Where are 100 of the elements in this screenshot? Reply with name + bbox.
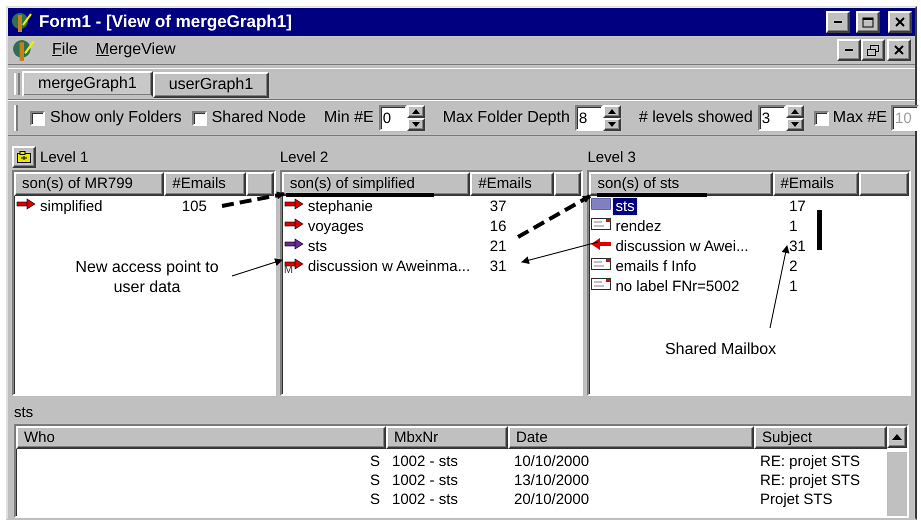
column-header[interactable]: #Emails: [772, 172, 859, 196]
folder-up-button[interactable]: [12, 146, 36, 168]
column-header[interactable]: [554, 172, 582, 196]
toolbar-grip[interactable]: [14, 73, 20, 95]
checkbox-label: Max #E: [832, 109, 887, 127]
number-field[interactable]: 8: [574, 105, 603, 131]
table-cell-text: 13/10/2000: [513, 471, 590, 490]
annotation-text: Shared Mailbox: [665, 340, 776, 360]
restore-icon: [867, 44, 879, 56]
envelope-icon: [591, 258, 612, 270]
number-field[interactable]: 3: [758, 105, 786, 131]
pane-title: Level 3: [587, 148, 636, 166]
column-header[interactable]: son(s) of MR799: [14, 172, 164, 196]
folder-name[interactable]: stephanie: [306, 198, 375, 214]
tab[interactable]: mergeGraph1: [22, 71, 153, 97]
email-count: 21: [490, 238, 506, 254]
app-icon: [11, 11, 33, 33]
scroll-track: [887, 452, 907, 516]
column-header[interactable]: [246, 172, 274, 196]
spinner-label: # levels showed: [638, 109, 753, 127]
close-button[interactable]: [887, 39, 911, 61]
app-icon: [12, 38, 36, 62]
column-header[interactable]: Date: [508, 426, 754, 449]
scroll-up-button[interactable]: [887, 426, 907, 448]
arrow-icon: [591, 238, 612, 250]
column-header[interactable]: #Emails: [164, 172, 246, 196]
folder-name[interactable]: sts: [306, 238, 329, 254]
email-count: 31: [490, 258, 506, 274]
maximize-button[interactable]: [856, 11, 880, 33]
column-header[interactable]: MbxNr: [386, 426, 508, 449]
email-count: 1: [789, 218, 798, 234]
folder-name[interactable]: discussion w Awei...: [613, 238, 751, 254]
arrow: [232, 258, 283, 276]
table-cell-text: S: [368, 490, 381, 509]
menu-item[interactable]: File: [50, 41, 80, 59]
marker-bar: [817, 210, 822, 250]
spinner-label: Max Folder Depth: [442, 109, 570, 127]
spin-buttons[interactable]: [406, 105, 425, 131]
checkbox[interactable]: [192, 110, 207, 126]
minimize-button[interactable]: [826, 11, 850, 33]
column-header[interactable]: son(s) of simplified: [282, 172, 470, 196]
badge-letter: M: [284, 264, 293, 276]
email-count: 16: [490, 218, 506, 234]
table-cell-text: 1002 - sts: [391, 452, 459, 471]
restore-button[interactable]: [861, 39, 885, 61]
table-cell-text: RE: projet STS: [759, 452, 862, 471]
minimize-button[interactable]: [837, 39, 861, 61]
email-count: 37: [490, 198, 506, 214]
folder-name[interactable]: simplified: [38, 198, 105, 214]
envelope-icon: [591, 218, 612, 230]
column-header[interactable]: [858, 172, 910, 196]
email-count: 1: [789, 278, 798, 294]
folder-name[interactable]: voyages: [306, 218, 366, 234]
folder-name[interactable]: no label FNr=5002: [613, 278, 742, 294]
mailbox-icon: [591, 198, 612, 210]
table-cell-text: S: [368, 471, 381, 490]
table-cell-text: Projet STS: [759, 490, 834, 509]
email-count: 31: [789, 238, 806, 254]
folder-name[interactable]: sts: [613, 198, 637, 214]
spin-buttons[interactable]: [786, 105, 804, 131]
spin-buttons[interactable]: [602, 105, 621, 131]
envelope-icon: [591, 278, 612, 290]
detail-title: sts: [14, 404, 34, 421]
folder-name[interactable]: emails f Info: [613, 258, 698, 274]
toolbar-grip[interactable]: [14, 105, 18, 131]
arrow-icon: [284, 238, 304, 250]
email-count: 2: [789, 258, 798, 274]
arrow-icon: [16, 198, 36, 210]
number-field[interactable]: 0: [378, 105, 407, 131]
spinner-label: Min #E: [324, 109, 374, 127]
column-header[interactable]: #Emails: [470, 172, 554, 196]
column-header[interactable]: son(s) of sts: [589, 172, 772, 196]
tab[interactable]: userGraph1: [152, 72, 270, 98]
close-button[interactable]: [888, 11, 912, 33]
close-icon: [894, 45, 904, 55]
checkbox-label: Shared Node: [212, 109, 306, 127]
maximize-icon: [862, 16, 874, 28]
pane-title: Level 1: [40, 148, 88, 166]
minimize-icon: [845, 49, 853, 51]
up-arrow-icon: [892, 434, 902, 440]
column-header[interactable]: Subject: [754, 426, 887, 449]
table-cell-text: 1002 - sts: [391, 490, 459, 509]
pane-title: Level 2: [280, 148, 328, 166]
table-cell-text: S: [368, 452, 381, 471]
table-cell-text: 10/10/2000: [513, 452, 590, 471]
column-header[interactable]: Who: [16, 426, 386, 449]
checkbox-label: Show only Folders: [50, 109, 182, 127]
folder-name[interactable]: rendez: [613, 218, 664, 234]
dashed-arrow: [222, 191, 285, 208]
minimize-icon: [834, 21, 842, 23]
checkbox[interactable]: [30, 110, 45, 126]
close-icon: [895, 17, 905, 27]
table-cell-text: RE: projet STS: [759, 471, 862, 490]
table-cell-text: 1002 - sts: [391, 471, 459, 490]
window-title: Form1 - [View of mergeGraph1]: [39, 12, 293, 32]
folder-name[interactable]: discussion w Aweinma...: [306, 258, 472, 274]
email-count: 105: [182, 198, 207, 214]
arrow-icon: [284, 198, 304, 210]
menu-item[interactable]: MergeView: [94, 41, 178, 59]
email-count: 17: [789, 198, 806, 214]
